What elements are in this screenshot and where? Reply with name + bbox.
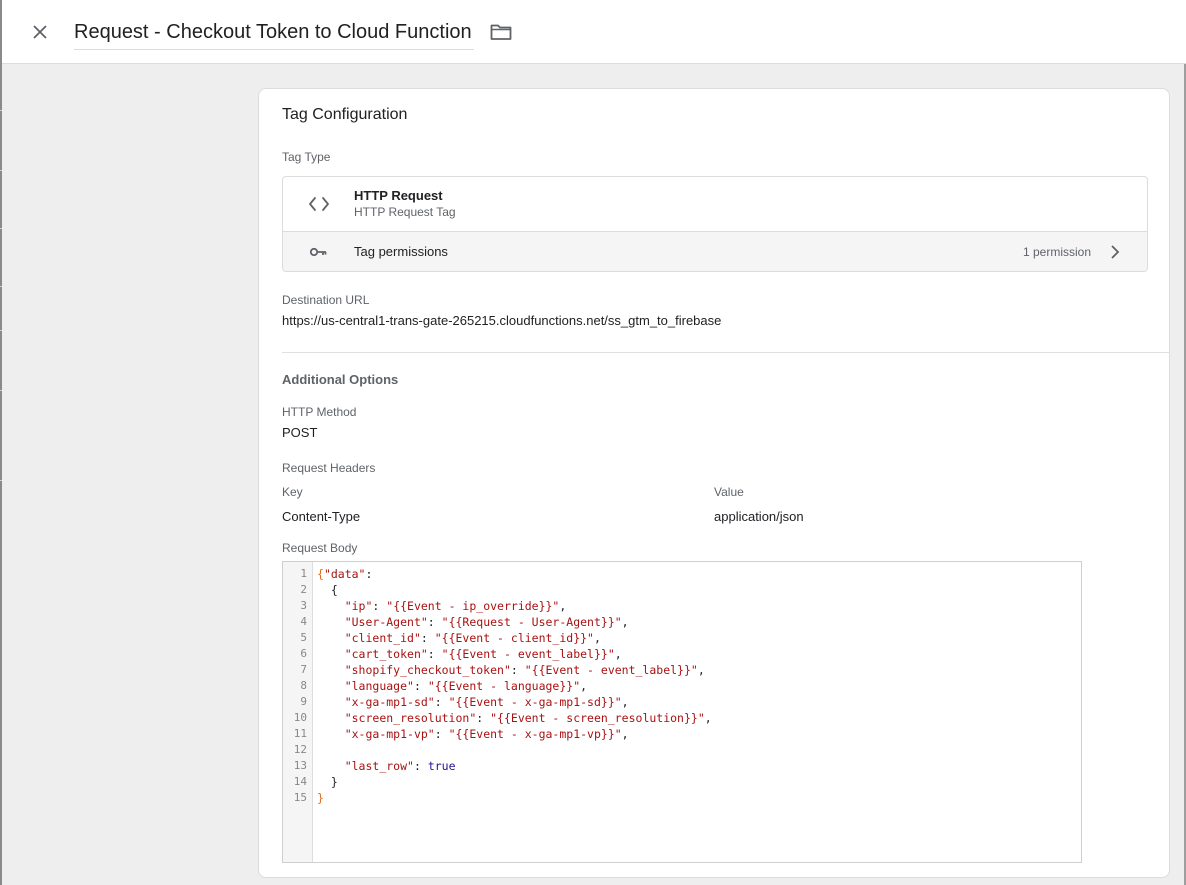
tag-permissions-row[interactable]: Tag permissions 1 permission bbox=[283, 232, 1147, 271]
code-icon bbox=[309, 197, 329, 211]
tag-type-label: Tag Type bbox=[282, 150, 331, 164]
line-number: 8 bbox=[300, 679, 307, 692]
destination-url-value: https://us-central1-trans-gate-265215.cl… bbox=[282, 313, 722, 328]
close-button[interactable] bbox=[24, 16, 56, 48]
close-icon bbox=[33, 25, 47, 39]
line-number: 5 bbox=[300, 631, 307, 644]
tag-type-row[interactable]: HTTP Request HTTP Request Tag bbox=[283, 177, 1147, 232]
code-line: "ip": "{{Event - ip_override}}", bbox=[344, 599, 567, 613]
line-number-gutter: 1 2 3 4 5 6 7 8 9 10 11 12 13 14 15 bbox=[283, 562, 313, 862]
line-number: 13 bbox=[293, 759, 307, 772]
additional-options-heading: Additional Options bbox=[282, 372, 399, 387]
window-left-edge bbox=[0, 0, 2, 885]
code-line: "User-Agent": "{{Request - User-Agent}}"… bbox=[344, 615, 629, 629]
tag-permissions-label: Tag permissions bbox=[354, 244, 448, 259]
line-number: 14 bbox=[293, 775, 307, 788]
code-line: "last_row": true bbox=[344, 759, 456, 773]
line-number: 4 bbox=[300, 615, 307, 628]
card-title: Tag Configuration bbox=[282, 106, 408, 123]
line-number: 11 bbox=[293, 727, 307, 740]
line-number: 2 bbox=[300, 583, 307, 596]
page-title: Request - Checkout Token to Cloud Functi… bbox=[74, 21, 472, 43]
code-line: } bbox=[317, 775, 338, 789]
tag-configuration-card: Tag Configuration Tag Type HTTP Request … bbox=[258, 88, 1170, 878]
http-method-value: POST bbox=[282, 425, 318, 440]
tag-type-name: HTTP Request bbox=[354, 188, 443, 203]
header-value-column: Value bbox=[714, 485, 744, 499]
folder-button[interactable] bbox=[488, 19, 514, 45]
tag-type-subtitle: HTTP Request Tag bbox=[354, 205, 456, 219]
tag-type-box: HTTP Request HTTP Request Tag Tag permis… bbox=[282, 176, 1148, 272]
line-number: 10 bbox=[293, 711, 307, 724]
line-number: 12 bbox=[293, 743, 307, 756]
line-number: 6 bbox=[300, 647, 307, 660]
header-key-column: Key bbox=[282, 485, 303, 499]
http-method-label: HTTP Method bbox=[282, 405, 357, 419]
code-content[interactable]: {"data": { "ip": "{{Event - ip_override}… bbox=[317, 566, 1081, 806]
code-line: {"data": bbox=[317, 567, 373, 581]
line-number: 15 bbox=[293, 791, 307, 804]
chevron-right-icon bbox=[1111, 245, 1120, 259]
header-bar: Request - Checkout Token to Cloud Functi… bbox=[2, 0, 1186, 64]
code-line: "client_id": "{{Event - client_id}}", bbox=[344, 631, 601, 645]
code-line: "screen_resolution": "{{Event - screen_r… bbox=[344, 711, 712, 725]
request-headers-label: Request Headers bbox=[282, 461, 376, 475]
request-body-label: Request Body bbox=[282, 541, 358, 555]
line-number: 1 bbox=[300, 567, 307, 580]
code-line: { bbox=[317, 583, 338, 597]
code-line: "x-ga-mp1-vp": "{{Event - x-ga-mp1-vp}}"… bbox=[344, 727, 629, 741]
code-line: "cart_token": "{{Event - event_label}}", bbox=[344, 647, 622, 661]
section-divider bbox=[282, 352, 1170, 353]
destination-url-label: Destination URL bbox=[282, 293, 370, 307]
line-number: 3 bbox=[300, 599, 307, 612]
request-body-editor[interactable]: 1 2 3 4 5 6 7 8 9 10 11 12 13 14 15 {"data": { "ip": "… bbox=[282, 561, 1082, 863]
key-icon bbox=[309, 247, 327, 257]
line-number: 7 bbox=[300, 663, 307, 676]
line-number: 9 bbox=[300, 695, 307, 708]
tag-name-field[interactable]: Request - Checkout Token to Cloud Functi… bbox=[74, 16, 474, 50]
header-key-cell: Content-Type bbox=[282, 509, 361, 524]
code-line: "shopify_checkout_token": "{{Event - eve… bbox=[344, 663, 705, 677]
code-line: } bbox=[317, 791, 324, 805]
code-line: "language": "{{Event - language}}", bbox=[344, 679, 588, 693]
folder-icon bbox=[490, 24, 512, 40]
code-line: "x-ga-mp1-sd": "{{Event - x-ga-mp1-sd}}"… bbox=[344, 695, 629, 709]
permission-count: 1 permission bbox=[1022, 245, 1091, 259]
header-value-cell: application/json bbox=[714, 509, 804, 524]
